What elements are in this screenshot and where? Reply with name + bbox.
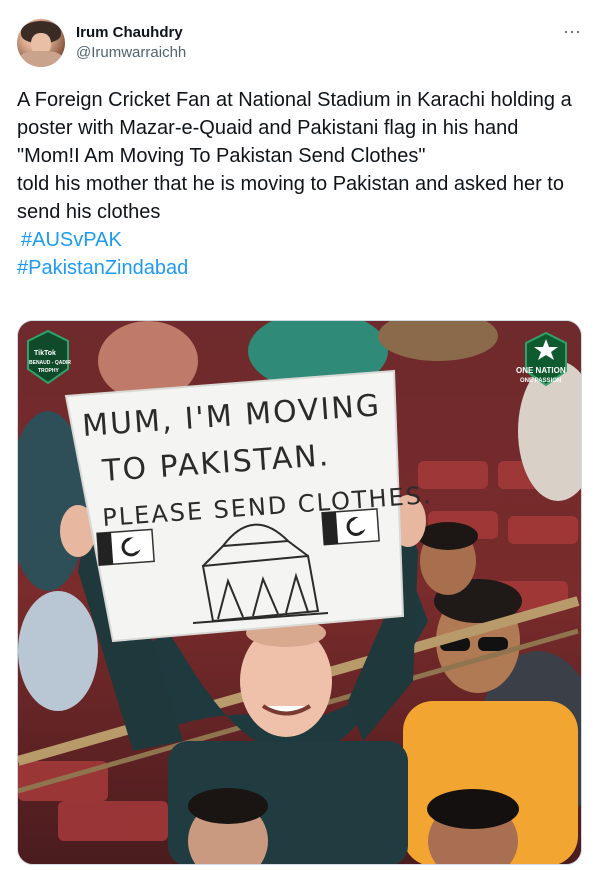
tweet: Irum Chauhdry @Irumwarraichh ··· A Forei…	[0, 0, 603, 870]
tweet-text-line: told his mother that he is moving to Pak…	[17, 173, 564, 223]
hashtag-link[interactable]: #AUSvPAK	[17, 226, 592, 254]
author-name[interactable]: Irum Chauhdry	[76, 24, 183, 41]
badge-left-line: BENAUD - QADIR	[29, 360, 71, 366]
author-handle[interactable]: @Irumwarraichh	[76, 44, 186, 61]
tweet-text-line: A Foreign Cricket Fan at National Stadiu…	[17, 89, 572, 139]
hashtag-link[interactable]: #PakistanZindabad	[17, 254, 592, 282]
more-options-icon[interactable]: ···	[563, 22, 581, 40]
badge-right-line: ONE PASSION	[520, 378, 561, 384]
pakistan-flag-icon	[96, 528, 155, 566]
tweet-text: A Foreign Cricket Fan at National Stadiu…	[17, 86, 592, 282]
poster: MUM, I'M MOVING TO PAKISTAN. PLEASE SEND…	[64, 369, 433, 643]
badge-left-line: TikTok	[34, 350, 56, 357]
tweet-photo[interactable]: MUM, I'M MOVING TO PAKISTAN. PLEASE SEND…	[17, 320, 582, 865]
pakistan-flag-icon	[321, 508, 380, 546]
badge-left-line: TROPHY	[38, 368, 60, 374]
tweet-text-line: "Mom!I Am Moving To Pakistan Send Clothe…	[17, 145, 426, 167]
avatar-scarf	[19, 51, 63, 67]
badge-right-line: ONE NATION	[516, 366, 566, 375]
avatar[interactable]	[17, 19, 65, 67]
